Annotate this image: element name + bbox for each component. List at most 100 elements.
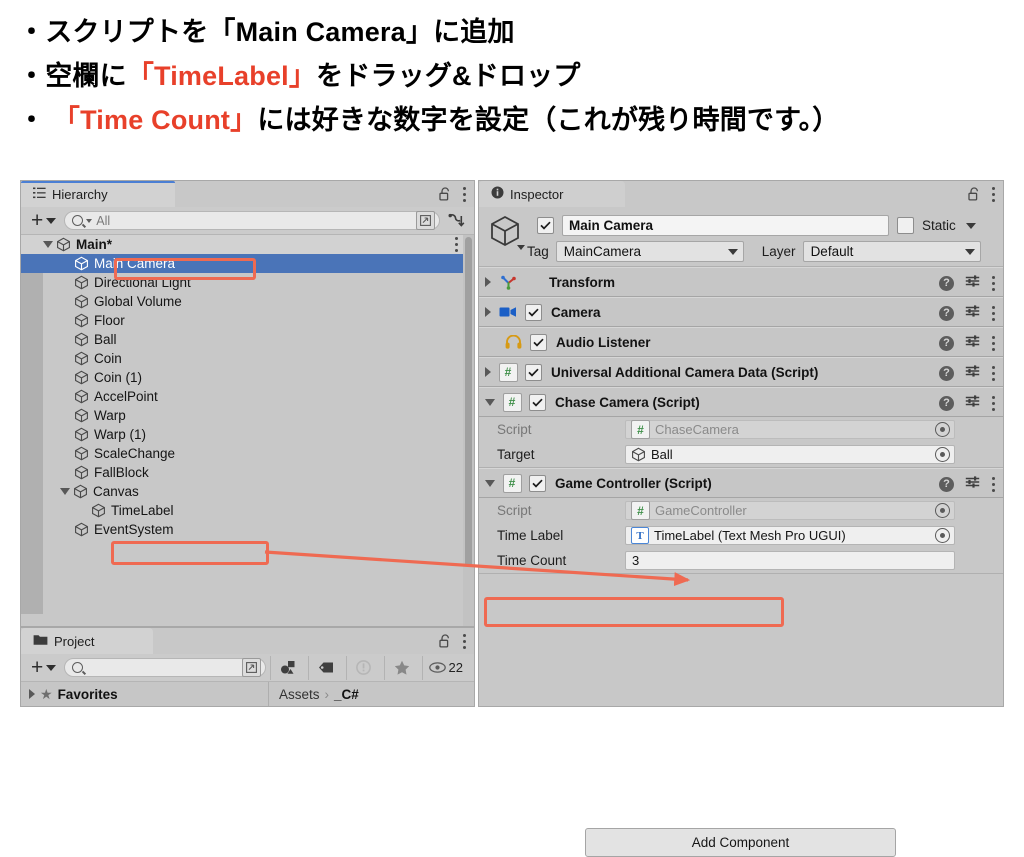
component-enabled-checkbox[interactable]: [525, 364, 542, 381]
component-header-game-controller-script[interactable]: #Game Controller (Script)?: [479, 468, 1003, 498]
project-favorites-row[interactable]: ★ Favorites: [21, 682, 269, 706]
hierarchy-row-floor[interactable]: Floor: [21, 311, 474, 330]
tab-project[interactable]: Project: [21, 628, 153, 654]
help-circle-icon[interactable]: ?: [939, 366, 954, 381]
tab-inspector[interactable]: Inspector: [479, 181, 625, 207]
project-search-input[interactable]: [64, 658, 266, 677]
component-header-chase-camera-script[interactable]: #Chase Camera (Script)?: [479, 387, 1003, 417]
chevron-down-icon[interactable]: [43, 241, 53, 248]
kebab-menu-icon[interactable]: [991, 306, 995, 321]
hierarchy-row-coin-1[interactable]: Coin (1): [21, 368, 474, 387]
chevron-down-icon[interactable]: [485, 399, 495, 406]
preset-sliders-icon[interactable]: [965, 364, 980, 383]
add-component-button[interactable]: Add Component: [585, 828, 896, 857]
hierarchy-row-warp[interactable]: Warp: [21, 406, 474, 425]
project-add-button[interactable]: +: [27, 658, 60, 678]
kebab-menu-icon[interactable]: [454, 237, 458, 252]
hierarchy-row-scalechange[interactable]: ScaleChange: [21, 444, 474, 463]
kebab-menu-icon[interactable]: [462, 187, 466, 202]
component-enabled-checkbox[interactable]: [529, 475, 546, 492]
component-header-audio-listener[interactable]: Audio Listener?: [479, 327, 1003, 357]
layer-dropdown[interactable]: Default: [803, 241, 981, 262]
tab-hierarchy[interactable]: Hierarchy: [21, 181, 175, 207]
object-picker-icon[interactable]: [935, 422, 950, 437]
kebab-menu-icon[interactable]: [991, 276, 995, 291]
kebab-menu-icon[interactable]: [991, 336, 995, 351]
property-object-field-target[interactable]: Ball: [625, 445, 955, 464]
help-circle-icon[interactable]: ?: [939, 477, 954, 492]
component-enabled-checkbox[interactable]: [530, 334, 547, 351]
chevron-right-icon[interactable]: [29, 689, 35, 699]
hierarchy-row-canvas[interactable]: Canvas: [21, 482, 474, 501]
hierarchy-row-accelpoint[interactable]: AccelPoint: [21, 387, 474, 406]
chevron-right-icon[interactable]: [485, 367, 491, 377]
chevron-right-icon[interactable]: [485, 307, 491, 317]
chevron-down-icon[interactable]: [485, 480, 495, 487]
component-enabled-checkbox[interactable]: [529, 394, 546, 411]
kebab-menu-icon[interactable]: [991, 477, 995, 492]
breadcrumb-item-current[interactable]: _C#: [334, 687, 359, 702]
component-header-universal-additional-camera-data-script[interactable]: #Universal Additional Camera Data (Scrip…: [479, 357, 1003, 387]
hierarchy-row-ball[interactable]: Ball: [21, 330, 474, 349]
help-circle-icon[interactable]: ?: [939, 336, 954, 351]
hierarchy-row-global-volume[interactable]: Global Volume: [21, 292, 474, 311]
kebab-menu-icon[interactable]: [991, 187, 995, 202]
gameobject-enabled-checkbox[interactable]: [537, 217, 554, 234]
lock-open-icon[interactable]: [439, 634, 452, 648]
preset-sliders-icon[interactable]: [965, 274, 980, 293]
property-object-field-time-label[interactable]: TTimeLabel (Text Mesh Pro UGUI): [625, 526, 955, 545]
object-picker-icon[interactable]: [935, 447, 950, 462]
component-header-camera[interactable]: Camera?: [479, 297, 1003, 327]
lock-open-icon[interactable]: [968, 187, 981, 201]
asset-filter-icon[interactable]: [270, 656, 304, 680]
hierarchy-row-warp-1[interactable]: Warp (1): [21, 425, 474, 444]
hierarchy-search-input[interactable]: All: [64, 211, 440, 230]
hierarchy-root-row[interactable]: Main*: [21, 235, 474, 254]
tag-dropdown[interactable]: MainCamera: [556, 241, 744, 262]
property-object-field-script[interactable]: #ChaseCamera: [625, 420, 955, 439]
sort-alphabetical-icon[interactable]: [444, 210, 468, 232]
component-enabled-checkbox[interactable]: [525, 304, 542, 321]
hierarchy-row-eventsystem[interactable]: EventSystem: [21, 520, 474, 539]
object-picker-icon[interactable]: [935, 528, 950, 543]
object-picker-icon[interactable]: [935, 503, 950, 518]
kebab-menu-icon[interactable]: [991, 396, 995, 411]
gameobject-cube-icon: [74, 446, 89, 461]
help-circle-icon[interactable]: ?: [939, 396, 954, 411]
hierarchy-scrollbar-thumb[interactable]: [465, 237, 472, 567]
preset-sliders-icon[interactable]: [965, 334, 980, 353]
cube-gameobject-icon[interactable]: [489, 215, 523, 249]
hierarchy-row-coin[interactable]: Coin: [21, 349, 474, 368]
property-number-field-time-count[interactable]: 3: [625, 551, 955, 570]
expand-search-icon[interactable]: [416, 211, 435, 230]
preset-sliders-icon[interactable]: [965, 394, 980, 413]
favorite-star-icon[interactable]: [384, 656, 418, 680]
breadcrumb-item-assets[interactable]: Assets: [279, 687, 320, 702]
property-object-field-script[interactable]: #GameController: [625, 501, 955, 520]
warning-icon[interactable]: [346, 656, 380, 680]
component-header-transform[interactable]: Transform?: [479, 267, 1003, 297]
hierarchy-row-fallblock[interactable]: FallBlock: [21, 463, 474, 482]
hierarchy-add-button[interactable]: +: [27, 211, 60, 231]
visible-count-indicator[interactable]: 22: [422, 656, 468, 680]
preset-sliders-icon[interactable]: [965, 304, 980, 323]
gameobject-name-field[interactable]: Main Camera: [562, 215, 889, 236]
lock-open-icon[interactable]: [439, 187, 452, 201]
kebab-menu-icon[interactable]: [462, 634, 466, 649]
kebab-menu-icon[interactable]: [991, 366, 995, 381]
help-circle-icon[interactable]: ?: [939, 306, 954, 321]
hierarchy-tree[interactable]: Main*Main CameraDirectional LightGlobal …: [21, 235, 474, 626]
help-circle-icon[interactable]: ?: [939, 276, 954, 291]
label-tag-icon[interactable]: [308, 656, 342, 680]
static-checkbox[interactable]: [897, 217, 914, 234]
layer-value: Default: [811, 244, 854, 259]
expand-search-icon[interactable]: [242, 658, 261, 677]
hierarchy-scrollbar[interactable]: [463, 235, 474, 626]
chevron-right-icon[interactable]: [485, 277, 491, 287]
static-chevron-down-icon[interactable]: [966, 223, 976, 229]
component-title: Chase Camera (Script): [555, 395, 700, 410]
property-label: Script: [497, 503, 625, 518]
chevron-down-icon[interactable]: [60, 488, 70, 495]
hierarchy-row-timelabel[interactable]: TimeLabel: [21, 501, 474, 520]
preset-sliders-icon[interactable]: [965, 475, 980, 494]
